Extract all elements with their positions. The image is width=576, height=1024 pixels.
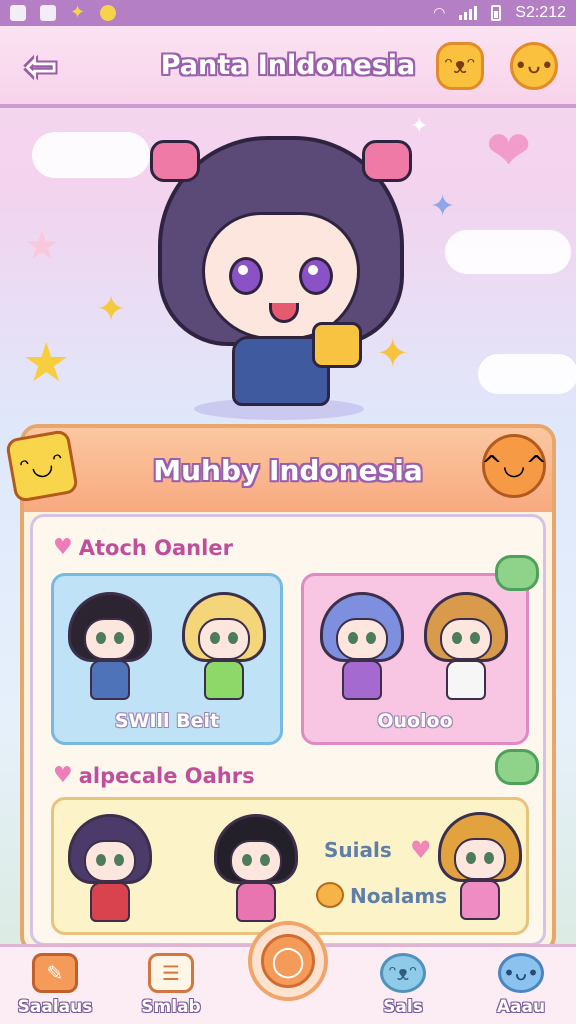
mascot-face (202, 212, 360, 340)
slime-icon: •ᴗ• (498, 953, 544, 993)
section-title: ♥ alpecale Oahrs (53, 763, 255, 788)
cloud-decoration (32, 132, 150, 178)
character-face (336, 618, 388, 660)
star-icon: ✦ (430, 189, 456, 224)
category-label: Ouoloo (377, 710, 453, 732)
character-body (236, 882, 276, 922)
status-clock: S2:212 (515, 4, 566, 21)
smile-face-icon (316, 882, 344, 908)
featured-label: Suials (324, 838, 392, 862)
back-arrow-icon: ⇦ (24, 44, 58, 90)
notepad-icon: ☰ (148, 953, 194, 993)
character-body (342, 660, 382, 700)
main-panel: ᵔ◡ᵔ Muhby Indonesia ^◡^ ♥ Atoch Oanler S… (4, 424, 556, 954)
battery-icon (491, 5, 502, 21)
section-title: ♥ Atoch Oanler (53, 535, 233, 560)
character-face (230, 840, 282, 882)
star-icon: ✦ (96, 289, 127, 330)
back-button[interactable]: ⇦ (18, 44, 64, 90)
green-slime-icon (495, 749, 539, 785)
heart-icon: ♥ (53, 535, 73, 560)
character-body (460, 880, 500, 920)
nav-label: Sals (383, 997, 423, 1017)
page-title: Panta Inldonesia (160, 50, 416, 81)
toast-icon (312, 322, 362, 368)
mascot-eye (299, 257, 333, 295)
nav-item-sals[interactable]: ᵔᴥᵔ Sals (358, 953, 448, 1024)
chibi-character (214, 814, 298, 932)
character-body (90, 660, 130, 700)
chibi-girl-mascot (146, 122, 416, 422)
star-mascot-icon: ᵔ◡ᵔ (4, 428, 80, 504)
pencil-icon: ✎ (32, 953, 78, 993)
panel-banner: ᵔ◡ᵔ Muhby Indonesia ^◡^ (4, 428, 552, 512)
mascot-pig-icon[interactable]: •ᴗ• (510, 42, 558, 90)
hair-bow-icon (150, 140, 200, 182)
chibi-character (68, 592, 152, 710)
content-card: ♥ Atoch Oanler SWIll Beit Ouoloo ♥ alpec… (30, 514, 546, 946)
nav-item-aaau[interactable]: •ᴗ• Aaau (476, 953, 566, 1024)
character-body (90, 882, 130, 922)
chibi-character (438, 812, 522, 930)
cloud-decoration (445, 230, 571, 274)
character-body (446, 660, 486, 700)
signal-icon (459, 6, 478, 20)
cat-icon: ᵔᴥᵔ (380, 953, 426, 993)
person-icon (10, 5, 26, 21)
status-left: ✦ (10, 2, 116, 23)
chibi-character (424, 592, 508, 710)
search-button[interactable]: ◯ (248, 921, 328, 1001)
mascot-face-icon[interactable]: ᵔᴥᵔ (436, 42, 484, 90)
featured-label: Noalams (350, 884, 448, 908)
cloud-decoration (478, 354, 576, 394)
heart-icon: ❤ (486, 119, 532, 182)
character-body (204, 660, 244, 700)
app-header: ⇦ Panta Inldonesia ᵔᴥᵔ •ᴗ• (0, 26, 576, 108)
section-title-text: alpecale Oahrs (78, 763, 255, 788)
star-icon: ✦ (70, 2, 86, 23)
category-card-2[interactable]: Ouoloo (301, 573, 529, 745)
orange-mascot-icon: ^◡^ (481, 434, 547, 498)
hero-banner: ★ ★ ✦ ✦ ❤ ✦ ✦ (0, 112, 576, 430)
notification-icon (100, 5, 116, 21)
panel-title: Muhby Indonesia (153, 453, 423, 487)
character-face (440, 618, 492, 660)
character-face (454, 838, 506, 880)
hair-bow-icon (362, 140, 412, 182)
character-face (84, 618, 136, 660)
category-label: SWIll Beit (114, 710, 220, 732)
mascot-eye (229, 257, 263, 295)
wifi-icon: ◠ (433, 5, 446, 21)
nav-item-saalaus[interactable]: ✎ Saalaus (10, 953, 100, 1024)
status-right: ◠ S2:212 (433, 4, 566, 22)
image-icon (40, 5, 56, 21)
chibi-character (68, 814, 152, 932)
chibi-character (182, 592, 266, 710)
star-icon: ★ (24, 223, 60, 269)
status-bar: ✦ ◠ S2:212 (0, 0, 576, 26)
heart-icon: ♥ (53, 763, 73, 788)
chibi-character (320, 592, 404, 710)
character-face (198, 618, 250, 660)
category-card-1[interactable]: SWIll Beit (51, 573, 283, 745)
featured-card[interactable]: Suials ♥ Noalams (51, 797, 529, 935)
character-face (84, 840, 136, 882)
bottom-nav: ✎ Saalaus ☰ Smlab ◯ ᵔᴥᵔ Sals •ᴗ• Aaau (0, 921, 576, 1024)
green-slime-icon (495, 555, 539, 591)
mascot-mouth (269, 303, 299, 323)
section-title-text: Atoch Oanler (78, 535, 233, 560)
nav-label: Aaau (496, 997, 546, 1017)
nav-label: Saalaus (17, 997, 93, 1017)
star-icon: ★ (22, 331, 71, 394)
heart-icon: ♥ (410, 836, 432, 864)
nav-item-smlab[interactable]: ☰ Smlab (126, 953, 216, 1024)
nav-label: Smlab (141, 997, 201, 1017)
search-icon: ◯ (261, 934, 315, 988)
